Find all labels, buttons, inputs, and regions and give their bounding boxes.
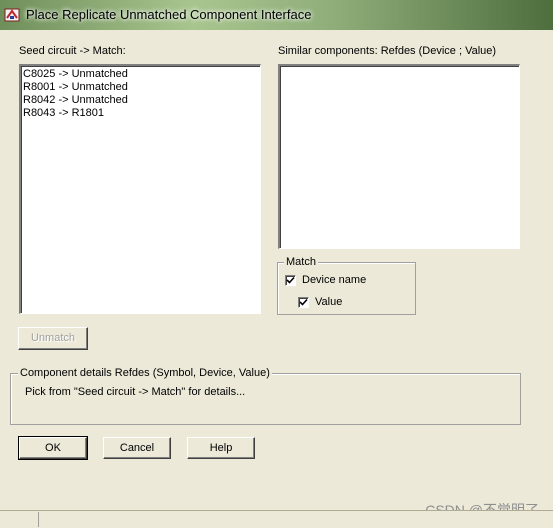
value-checkbox[interactable] [298, 297, 309, 308]
match-group-legend: Match [284, 256, 318, 268]
cancel-button[interactable]: Cancel [103, 437, 171, 459]
dialog-body: Seed circuit -> Match: C8025 -> Unmatche… [0, 30, 553, 515]
seed-circuit-label: Seed circuit -> Match: [19, 45, 126, 57]
list-item[interactable]: R8001 -> Unmatched [21, 81, 260, 94]
similar-components-list[interactable] [278, 64, 520, 249]
seed-circuit-list[interactable]: C8025 -> Unmatched R8001 -> Unmatched R8… [19, 64, 261, 314]
status-bar [0, 510, 553, 528]
app-icon [4, 8, 20, 22]
ok-button[interactable]: OK [18, 436, 88, 460]
component-details-legend: Component details Refdes (Symbol, Device… [18, 367, 272, 379]
status-pane-divider [38, 512, 39, 527]
window-title: Place Replicate Unmatched Component Inte… [26, 7, 312, 22]
unmatch-button[interactable]: Unmatch [18, 327, 88, 350]
title-bar[interactable]: Place Replicate Unmatched Component Inte… [0, 0, 553, 30]
checkmark-icon [299, 298, 308, 306]
component-details-text: Pick from "Seed circuit -> Match" for de… [25, 386, 246, 398]
checkmark-icon [286, 276, 295, 284]
list-item[interactable]: R8042 -> Unmatched [21, 94, 260, 107]
similar-components-label: Similar components: Refdes (Device ; Val… [278, 45, 497, 57]
list-item[interactable]: R8043 -> R1801 [21, 107, 260, 120]
value-label[interactable]: Value [315, 296, 342, 308]
device-name-checkbox[interactable] [285, 275, 296, 286]
help-button[interactable]: Help [187, 437, 255, 459]
device-name-label[interactable]: Device name [302, 274, 366, 286]
component-details-group [10, 373, 521, 425]
list-item[interactable]: C8025 -> Unmatched [21, 68, 260, 81]
